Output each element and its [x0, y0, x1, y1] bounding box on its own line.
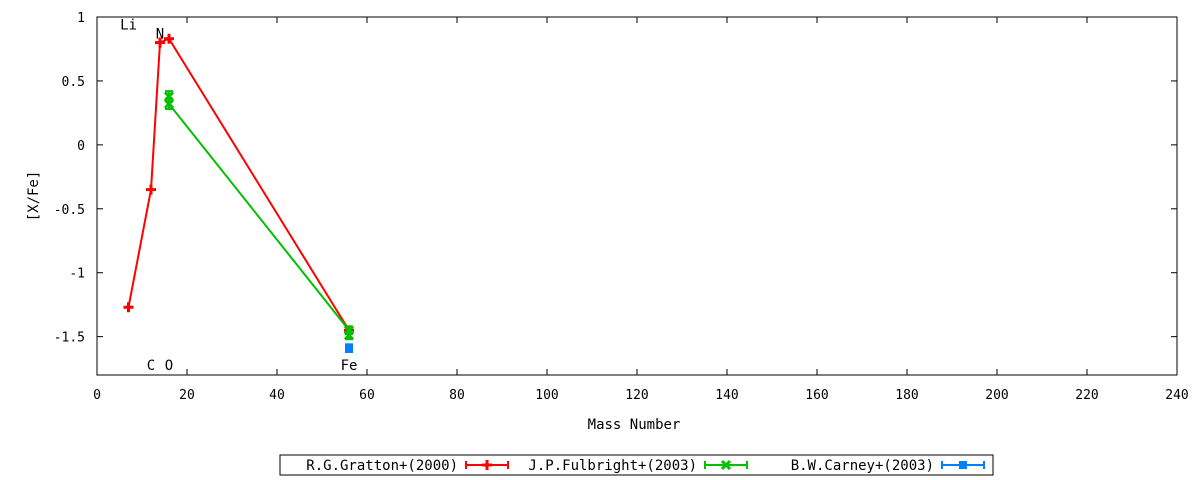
x-tick-label: 60 — [359, 388, 375, 403]
series-1 — [163, 90, 355, 341]
series-2 — [345, 343, 353, 353]
x-tick-label: 120 — [625, 388, 648, 403]
series-line — [127, 37, 350, 331]
element-label: O — [165, 358, 173, 374]
y-tick-label: -1.5 — [54, 331, 85, 346]
x-tick-label: 160 — [805, 388, 828, 403]
legend: R.G.Gratton+(2000) J.P.Fulbright+(2003) B.… — [279, 454, 994, 476]
y-tick-label: 0 — [77, 139, 85, 154]
series-layer — [123, 33, 355, 353]
element-label: C — [147, 358, 155, 374]
element-annotations: Li N C O Fe — [120, 18, 357, 374]
element-label: N — [156, 27, 164, 43]
series-0 — [123, 33, 354, 336]
point-marker — [345, 344, 353, 353]
point-marker — [959, 461, 967, 469]
x-tick-label: 200 — [985, 388, 1008, 403]
element-label: Fe — [341, 358, 358, 374]
x-tick-label: 40 — [269, 388, 285, 403]
element-label: Li — [120, 18, 137, 34]
chart: 0 20 40 60 80 100 120 140 160 180 200 220 240 1 0.5 0 -… — [26, 11, 1189, 476]
x-tick-label: 100 — [535, 388, 558, 403]
x-tick-label: 140 — [715, 388, 738, 403]
y-tick-label: -0.5 — [54, 203, 85, 218]
plot-frame — [96, 16, 1178, 376]
x-tick-label: 20 — [179, 388, 195, 403]
legend-label: B.W.Carney+(2003) — [791, 458, 934, 474]
x-tick-label: 180 — [895, 388, 918, 403]
x-axis-label: Mass Number — [588, 417, 681, 433]
series-line — [168, 96, 350, 336]
legend-label: J.P.Fulbright+(2003) — [528, 458, 697, 474]
x-tick-label: 80 — [449, 388, 465, 403]
y-tick-label: 1 — [77, 11, 85, 26]
y-axis-label: [X/Fe] — [26, 171, 42, 222]
x-tick-label: 240 — [1165, 388, 1188, 403]
y-tick-label: -1 — [69, 267, 85, 282]
y-axis-ticks: 1 0.5 0 -0.5 -1 -1.5 — [54, 11, 1177, 346]
x-axis-ticks: 0 20 40 60 80 100 120 140 160 180 200 220 240 — [93, 17, 1189, 403]
x-tick-label: 220 — [1075, 388, 1098, 403]
y-tick-label: 0.5 — [62, 75, 85, 90]
legend-label: R.G.Gratton+(2000) — [306, 458, 458, 474]
x-tick-label: 0 — [93, 388, 101, 403]
